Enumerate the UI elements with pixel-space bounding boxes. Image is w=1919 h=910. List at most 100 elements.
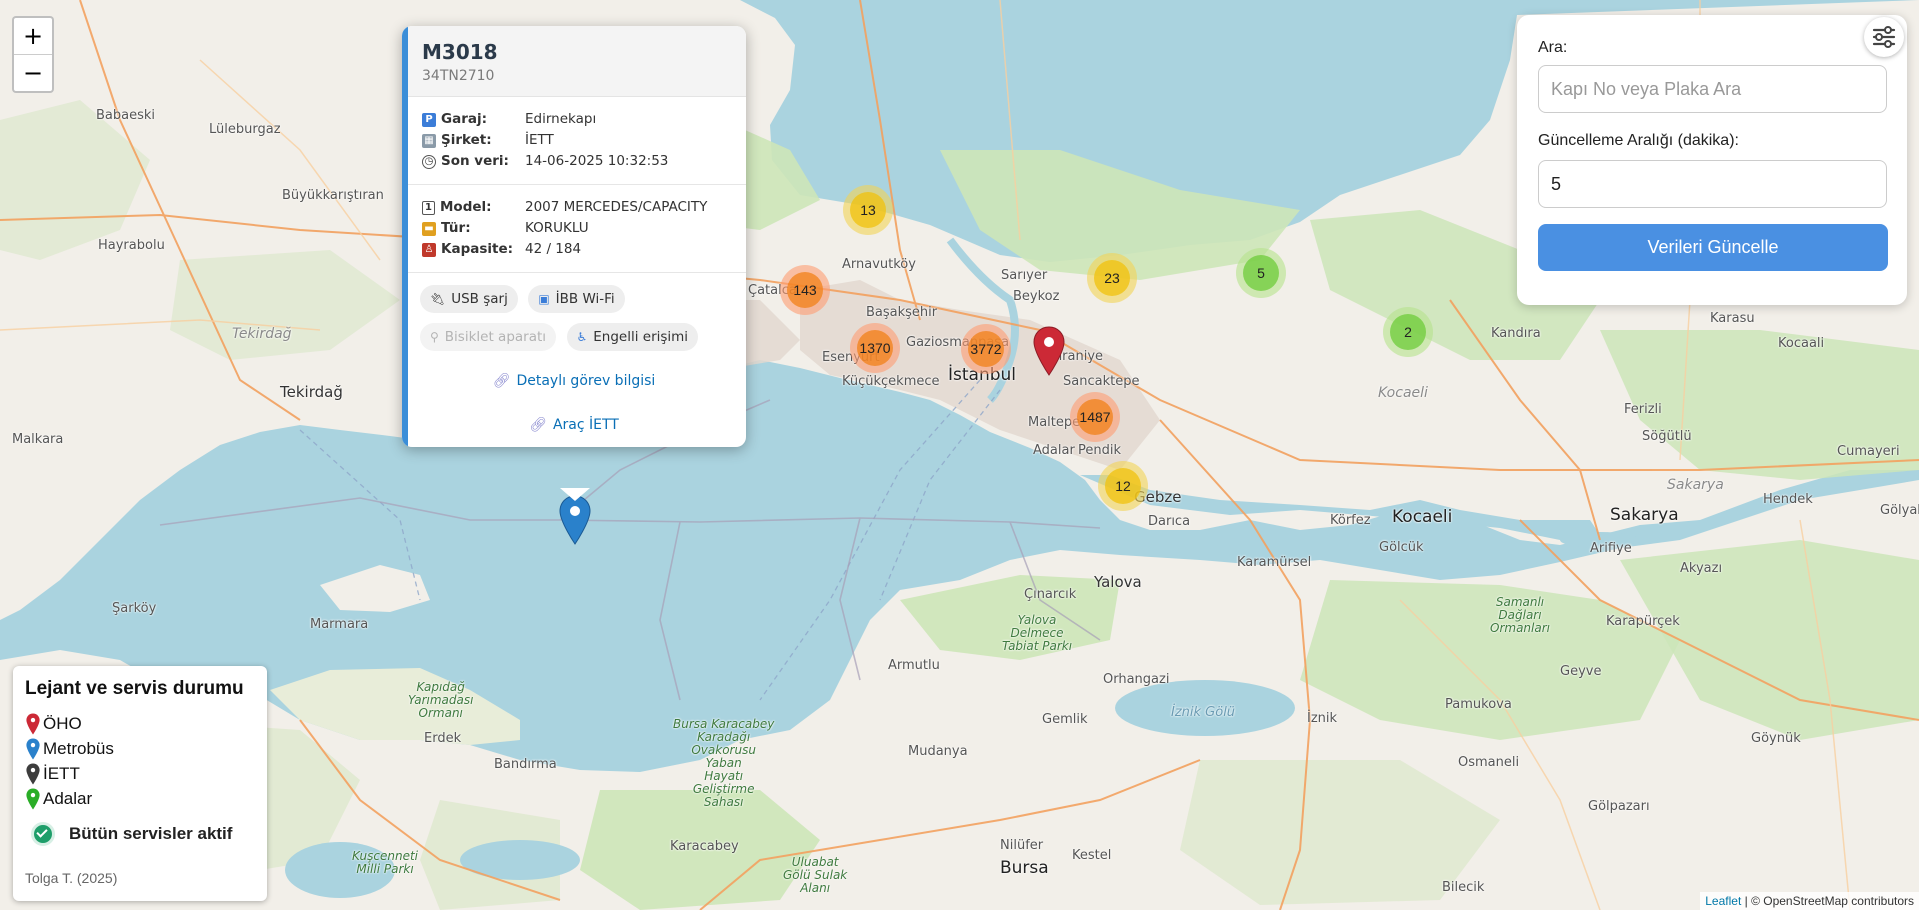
- map-label: Körfez: [1330, 513, 1371, 528]
- zoom-control: + −: [12, 16, 54, 93]
- map-label: Küçükçekmece: [842, 374, 940, 389]
- blue-map-pin-icon[interactable]: [559, 495, 591, 545]
- legend-item-label: Adalar: [43, 789, 93, 808]
- map-label: Darıca: [1148, 514, 1191, 529]
- popup-accent-bar: [402, 26, 408, 447]
- map-label: Şarköy: [112, 601, 157, 616]
- cluster-count: 1487: [1077, 399, 1113, 435]
- map-label: Bursa: [1000, 858, 1049, 878]
- map-label: Beykoz: [1013, 289, 1060, 304]
- detail-link[interactable]: 🔗︎ Detaylı görev bilgisi: [402, 365, 746, 403]
- map-attribution: Leaflet | © OpenStreetMap contributors: [1700, 892, 1919, 910]
- map-label: Osmaneli: [1458, 755, 1520, 770]
- marker-cluster[interactable]: 5: [1236, 248, 1286, 298]
- map-label: Başakşehir: [866, 305, 938, 320]
- wheelchair-icon: ♿︎: [576, 330, 588, 344]
- marker-cluster[interactable]: 3772: [961, 324, 1011, 374]
- leaflet-link[interactable]: Leaflet: [1705, 894, 1741, 908]
- service-status: Bütün servisler aktif: [31, 822, 232, 846]
- map-label: Erdek: [424, 731, 462, 746]
- marker-cluster[interactable]: 12: [1098, 461, 1148, 511]
- popup-row-capacity: ♙ Kapasite: 42 / 184: [422, 239, 726, 260]
- map-label: Sakarya: [1667, 477, 1724, 493]
- search-input[interactable]: [1538, 65, 1887, 113]
- blue-map-pin-icon: [26, 738, 40, 760]
- parking-icon: P: [422, 112, 436, 127]
- map-label: Marmara: [310, 617, 369, 632]
- cluster-count: 143: [787, 272, 823, 308]
- garage-label: Garaj:: [441, 111, 487, 127]
- map-label: Uluabat Gölü Sulak Alanı: [783, 855, 848, 895]
- map-label: Bursa Karacabey Karadağı Ovakorusu Yaban…: [673, 717, 775, 809]
- vehicle-link-label: Araç İETT: [552, 417, 619, 433]
- popup-tip: [560, 488, 590, 501]
- map-label: Arnavutköy: [842, 257, 916, 272]
- map-label: Adalar: [1033, 443, 1075, 458]
- zoom-in-button[interactable]: +: [14, 18, 52, 55]
- legend-item-oho: ÖHO: [25, 713, 82, 735]
- map-label: Sakarya: [1610, 505, 1679, 525]
- map-label: Büyükkarıştıran: [282, 188, 384, 203]
- model-value: 2007 MERCEDES/CAPACITY: [525, 199, 708, 215]
- capacity-value: 42 / 184: [525, 241, 582, 257]
- map-label: Gölpazarı: [1588, 799, 1650, 814]
- map-label: Gemlik: [1042, 712, 1088, 727]
- feature-bike: ⚲ Bisiklet aparatı: [420, 323, 557, 351]
- person-icon: ♙: [422, 242, 436, 257]
- clock-icon: ◷: [422, 154, 436, 169]
- marker-cluster[interactable]: 143: [780, 265, 830, 315]
- lastdata-value: 14-06-2025 10:32:53: [525, 153, 669, 169]
- legend-item-metrobus: Metrobüs: [25, 738, 114, 760]
- feature-wifi: ▣ İBB Wi-Fi: [528, 285, 625, 313]
- popup-row-type: ▬ Tür: KORUKLU: [422, 218, 726, 239]
- marker-cluster[interactable]: 13: [843, 185, 893, 235]
- map-label: Orhangazi: [1103, 672, 1170, 687]
- wifi-icon: ▣: [538, 292, 550, 306]
- popup-row-model: 1 Model: 2007 MERCEDES/CAPACITY: [422, 197, 726, 218]
- legend-item-iett: İETT: [25, 763, 80, 785]
- marker-cluster[interactable]: 2: [1383, 307, 1433, 357]
- feature-usb: 🔌︎ USB şarj: [420, 285, 518, 313]
- feature-wifi-label: İBB Wi-Fi: [555, 291, 615, 307]
- map-label: Karamürsel: [1237, 555, 1312, 570]
- map-label: Kestel: [1072, 848, 1112, 863]
- update-data-button[interactable]: Verileri Güncelle: [1538, 224, 1888, 271]
- vehicle-link[interactable]: 🔗︎ Araç İETT: [402, 403, 746, 447]
- marker-cluster[interactable]: 1370: [850, 323, 900, 373]
- map-label: Kocaeli: [1378, 385, 1428, 401]
- map-label: Samanlı Dağları Ormanları: [1490, 595, 1550, 635]
- settings-toggle-button[interactable]: [1864, 17, 1904, 57]
- marker-cluster[interactable]: 1487: [1070, 392, 1120, 442]
- interval-input[interactable]: [1538, 160, 1887, 208]
- map-label: Kocaali: [1778, 336, 1825, 351]
- type-label: Tür:: [441, 220, 471, 236]
- marker-cluster[interactable]: 23: [1087, 253, 1137, 303]
- green-map-pin-icon: [26, 788, 40, 810]
- map-label: Geyve: [1560, 664, 1602, 679]
- map-label: Hayrabolu: [98, 238, 165, 253]
- model-label: Model:: [440, 199, 492, 215]
- map-label: İznik Gölü: [1171, 705, 1236, 720]
- popup-section-vehicle: 1 Model: 2007 MERCEDES/CAPACITY ▬ Tür: KOR…: [402, 185, 746, 273]
- red-map-pin-icon[interactable]: [1033, 326, 1065, 376]
- garage-value: Edirnekapı: [525, 111, 597, 127]
- zoom-out-button[interactable]: −: [14, 55, 52, 91]
- map-label: Sancaktepe: [1063, 374, 1140, 389]
- legend-item-adalar: Adalar: [25, 788, 92, 810]
- black-map-pin-icon: [26, 763, 40, 785]
- map-label: Cumayeri: [1837, 444, 1900, 459]
- lastdata-label: Son veri:: [441, 153, 509, 169]
- popup-row-lastdata: ◷ Son veri: 14-06-2025 10:32:53: [422, 151, 726, 172]
- legend-panel: Lejant ve servis durumu ÖHO Metrobüs İET…: [13, 666, 267, 901]
- map-label: İznik: [1307, 711, 1338, 726]
- map-label: Yalova Delmece Tabiat Parkı: [1002, 613, 1073, 653]
- feature-access: ♿︎ Engelli erişimi: [566, 323, 699, 351]
- capacity-label: Kapasite:: [441, 241, 514, 257]
- cluster-count: 23: [1094, 260, 1130, 296]
- cluster-count: 13: [850, 192, 886, 228]
- detail-link-label: Detaylı görev bilgisi: [516, 373, 656, 389]
- legend-credit: Tolga T. (2025): [25, 870, 118, 886]
- map-label: Çınarcık: [1024, 587, 1077, 602]
- map-label: Karapürçek: [1606, 614, 1680, 629]
- bicycle-icon: ⚲: [430, 330, 439, 344]
